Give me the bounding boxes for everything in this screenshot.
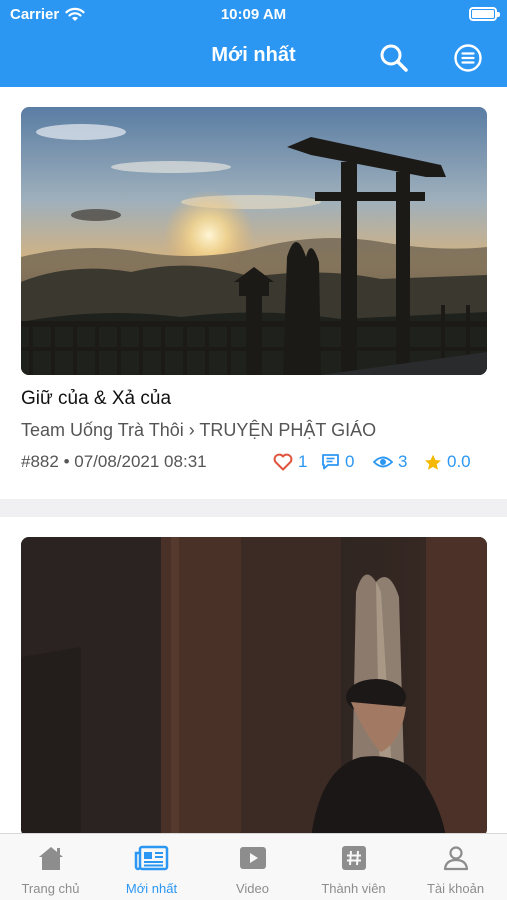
temple-gate-sunset-photo xyxy=(21,107,487,375)
tab-home[interactable]: Trang chủ xyxy=(0,844,101,896)
post-feed[interactable]: Giữ của & Xả của Team Uống Trà Thôi › TR… xyxy=(0,87,507,833)
tab-account[interactable]: Tài khoản xyxy=(404,844,507,896)
top-bar: Carrier 10:09 AM Mới nhất xyxy=(0,0,507,87)
post-id-date: #882 • 07/08/2021 08:31 xyxy=(21,452,207,472)
tab-latest[interactable]: Mới nhất xyxy=(101,844,202,896)
post-card[interactable] xyxy=(0,537,507,833)
post-id: #882 xyxy=(21,452,59,471)
post-source[interactable]: Team Uống Trà Thôi › TRUYỆN PHẬT GIÁO xyxy=(21,420,376,441)
view-count: 3 xyxy=(398,452,408,471)
post-card[interactable]: Giữ của & Xả của Team Uống Trà Thôi › TR… xyxy=(0,107,507,500)
rating-stat: 0.0 xyxy=(424,452,471,472)
comment-count: 0 xyxy=(345,452,355,471)
tab-account-label: Tài khoản xyxy=(426,881,485,896)
tab-home-label: Trang chủ xyxy=(21,881,80,896)
page-title: Mới nhất xyxy=(211,44,296,66)
star-icon xyxy=(425,454,441,470)
search-icon[interactable] xyxy=(378,42,410,74)
user-icon xyxy=(443,846,468,871)
post-title[interactable]: Giữ của & Xả của xyxy=(21,388,171,410)
menu-circle-icon[interactable] xyxy=(453,43,483,73)
view-stat: 3 xyxy=(373,452,407,472)
post-thumbnail[interactable] xyxy=(21,107,487,375)
monk-interior-photo xyxy=(21,537,487,833)
tab-latest-label: Mới nhất xyxy=(125,881,178,896)
tab-video[interactable]: Video xyxy=(202,844,303,896)
play-icon xyxy=(239,847,266,869)
status-bar: Carrier 10:09 AM xyxy=(0,0,507,30)
comment-icon xyxy=(322,454,339,470)
battery-icon xyxy=(469,7,500,21)
newspaper-icon xyxy=(134,845,168,871)
like-stat[interactable]: 1 xyxy=(273,452,307,472)
eye-icon xyxy=(373,456,393,468)
home-icon xyxy=(38,847,63,870)
tab-members-label: Thành viên xyxy=(321,881,386,896)
like-count: 1 xyxy=(298,452,308,471)
meta-separator: • xyxy=(63,452,70,471)
tab-bar: Trang chủ Mới nhất Video Thành viên Tài … xyxy=(0,833,507,900)
post-thumbnail[interactable] xyxy=(21,537,487,833)
hashtag-icon xyxy=(341,846,366,870)
tab-video-label: Video xyxy=(235,881,269,896)
rating-value: 0.0 xyxy=(447,452,471,471)
card-divider xyxy=(0,499,507,517)
post-meta: #882 • 07/08/2021 08:31 1 0 3 0.0 xyxy=(21,452,487,476)
post-datetime: 07/08/2021 08:31 xyxy=(74,452,207,471)
comment-stat[interactable]: 0 xyxy=(321,452,354,472)
heart-icon xyxy=(273,453,293,471)
status-time: 10:09 AM xyxy=(220,6,287,23)
tab-members[interactable]: Thành viên xyxy=(303,844,404,896)
